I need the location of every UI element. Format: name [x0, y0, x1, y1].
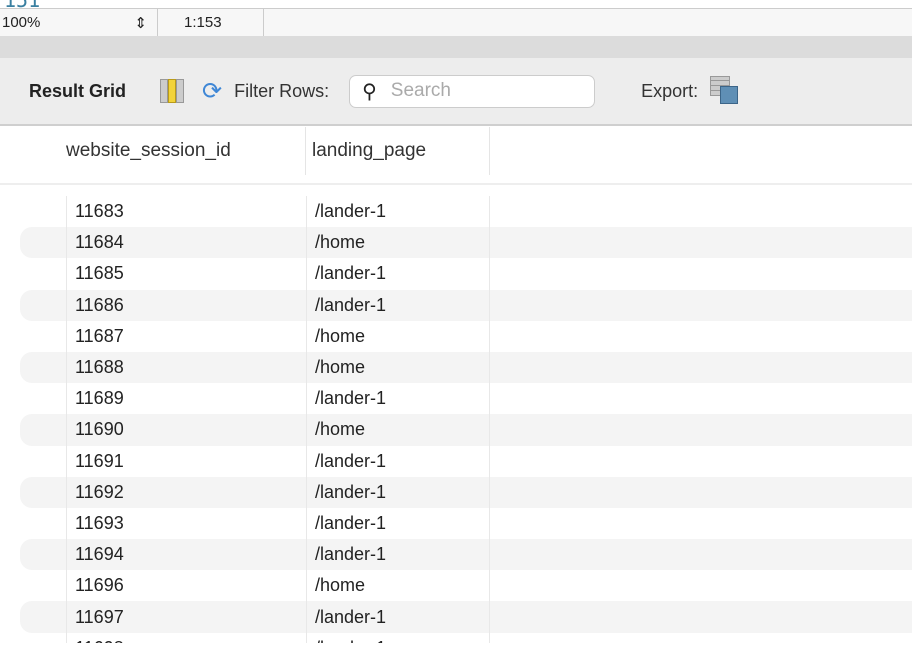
- stepper-icon: ⇕: [134, 14, 147, 32]
- zoom-select[interactable]: 100% ⇕: [0, 9, 158, 36]
- status-bar: 100% ⇕ 1:153: [0, 8, 912, 36]
- cell-website-session-id[interactable]: 11689: [66, 383, 306, 415]
- export-icon[interactable]: [710, 76, 740, 106]
- cell-website-session-id[interactable]: 11690: [66, 414, 306, 446]
- cell-landing-page[interactable]: /home: [306, 227, 490, 259]
- panel-divider[interactable]: [0, 36, 912, 58]
- editor-line-number: 151: [4, 0, 40, 8]
- grid-header: website_session_id landing_page: [0, 127, 912, 185]
- table-row[interactable]: 11687/home: [0, 320, 912, 352]
- result-grid-tab[interactable]: Result Grid: [29, 81, 126, 102]
- column-header-landing-page[interactable]: landing_page: [306, 127, 490, 175]
- cell-website-session-id[interactable]: 11692: [66, 476, 306, 508]
- table-row[interactable]: 11686/lander-1: [0, 289, 912, 321]
- cell-landing-page[interactable]: /lander-1: [306, 601, 490, 633]
- table-row[interactable]: 11697/lander-1: [0, 601, 912, 633]
- search-input[interactable]: ⚲ Search: [349, 74, 596, 108]
- column-toggle-icon[interactable]: [160, 79, 185, 103]
- table-row[interactable]: 11698/lander-1: [0, 632, 912, 643]
- cell-website-session-id[interactable]: 11685: [66, 258, 306, 290]
- table-row[interactable]: 11692/lander-1: [0, 476, 912, 509]
- cell-landing-page[interactable]: /lander-1: [306, 289, 490, 321]
- table-row[interactable]: 11685/lander-1: [0, 258, 912, 290]
- cell-landing-page[interactable]: /lander-1: [306, 476, 490, 508]
- result-grid: 11683/lander-1 11684/home 11685/lander-1 11…: [0, 196, 912, 643]
- cell-website-session-id[interactable]: 11694: [66, 539, 306, 571]
- cell-website-session-id[interactable]: 11697: [66, 601, 306, 633]
- export-label: Export:: [641, 80, 699, 101]
- filter-rows-label: Filter Rows:: [234, 80, 330, 101]
- cell-landing-page[interactable]: /lander-1: [306, 507, 490, 540]
- search-icon: ⚲: [362, 80, 377, 103]
- cell-website-session-id[interactable]: 11687: [66, 320, 306, 352]
- cell-landing-page[interactable]: /lander-1: [306, 383, 490, 415]
- cursor-position: 1:153: [158, 9, 264, 36]
- zoom-value: 100%: [2, 14, 41, 31]
- cell-landing-page[interactable]: /home: [306, 351, 490, 384]
- cell-landing-page[interactable]: /home: [306, 570, 490, 602]
- cell-website-session-id[interactable]: 11698: [66, 632, 306, 643]
- cell-website-session-id[interactable]: 11684: [66, 227, 306, 259]
- table-row[interactable]: 11694/lander-1: [0, 539, 912, 571]
- cell-landing-page[interactable]: /home: [306, 414, 490, 446]
- table-row[interactable]: 11689/lander-1: [0, 383, 912, 415]
- cell-landing-page[interactable]: /lander-1: [306, 445, 490, 477]
- table-row[interactable]: 11690/home: [0, 414, 912, 446]
- cell-website-session-id[interactable]: 11696: [66, 570, 306, 602]
- table-row[interactable]: 11683/lander-1: [0, 196, 912, 228]
- table-row[interactable]: 11693/lander-1: [0, 507, 912, 540]
- cell-landing-page[interactable]: /lander-1: [306, 196, 490, 228]
- cell-website-session-id[interactable]: 11688: [66, 351, 306, 384]
- cell-website-session-id[interactable]: 11693: [66, 507, 306, 540]
- search-placeholder: Search: [390, 80, 451, 101]
- table-row[interactable]: 11688/home: [0, 351, 912, 384]
- table-row[interactable]: 11696/home: [0, 570, 912, 602]
- table-row[interactable]: 11691/lander-1: [0, 445, 912, 477]
- column-header-website-session-id[interactable]: website_session_id: [60, 127, 306, 175]
- cell-landing-page[interactable]: /lander-1: [306, 632, 490, 643]
- table-row[interactable]: 11684/home: [0, 227, 912, 259]
- refresh-icon[interactable]: ⟳: [202, 77, 222, 106]
- cell-landing-page[interactable]: /home: [306, 320, 490, 352]
- cell-website-session-id[interactable]: 11691: [66, 445, 306, 477]
- result-toolbar: Result Grid ⟳ Filter Rows: ⚲ Search Expor…: [0, 58, 912, 126]
- cell-website-session-id[interactable]: 11686: [66, 289, 306, 321]
- cell-landing-page[interactable]: /lander-1: [306, 539, 490, 571]
- cell-landing-page[interactable]: /lander-1: [306, 258, 490, 290]
- cell-website-session-id[interactable]: 11683: [66, 196, 306, 228]
